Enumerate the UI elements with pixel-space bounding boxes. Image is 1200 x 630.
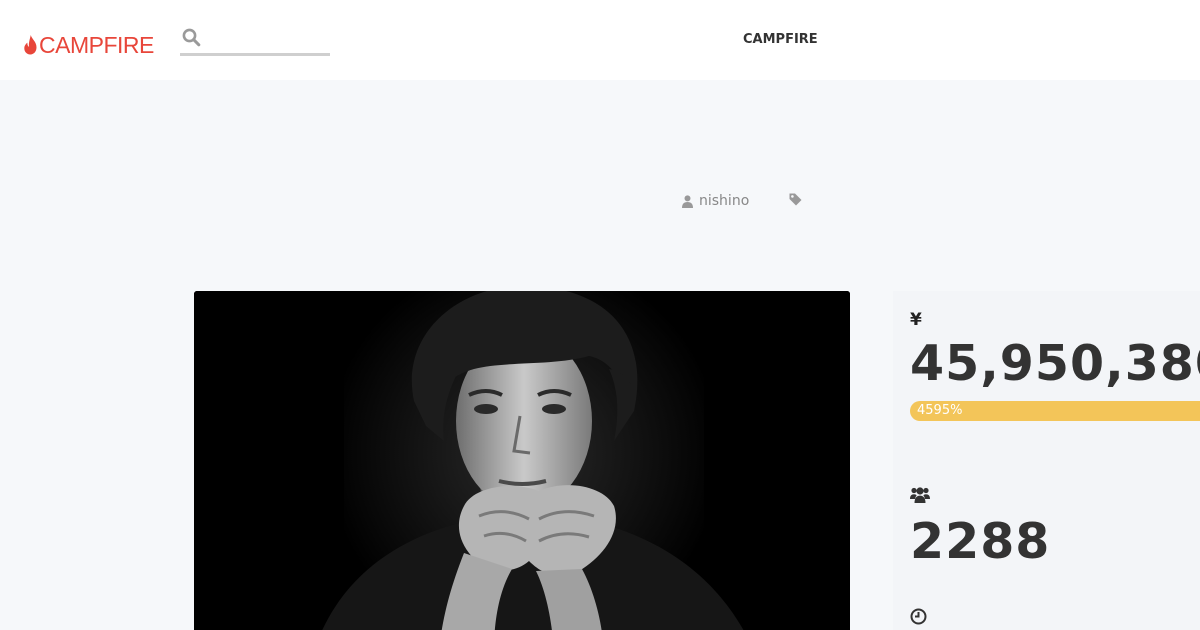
portrait-photo [194, 291, 850, 630]
logo-text: CAMPFIRE [39, 31, 154, 58]
backers-count: 2288 [910, 513, 1051, 570]
funding-stats-panel: ¥ 45,950,380 4595% 2288 [893, 291, 1200, 630]
search-box[interactable] [180, 26, 330, 56]
project-hero-image[interactable] [194, 291, 850, 630]
user-icon [682, 194, 693, 208]
progress-percent-label: 4595% [917, 403, 963, 418]
tag-icon [789, 193, 802, 206]
clock-icon [910, 608, 927, 629]
currency-symbol: ¥ [910, 310, 922, 330]
search-input[interactable] [206, 26, 326, 52]
author-name[interactable]: nishino [699, 193, 749, 209]
search-icon[interactable] [182, 28, 201, 51]
project-author[interactable]: nishino [682, 193, 749, 209]
flame-icon [24, 35, 37, 55]
site-title-link[interactable]: CAMPFIRE [743, 32, 818, 47]
users-icon [910, 486, 930, 507]
campfire-logo[interactable]: CAMPFIRE [24, 31, 154, 59]
funding-progress-bar: 4595% [910, 401, 1200, 421]
site-header: CAMPFIRE CAMPFIRE [0, 0, 1200, 80]
project-tag[interactable] [789, 193, 802, 206]
amount-raised: 45,950,380 [910, 335, 1200, 392]
